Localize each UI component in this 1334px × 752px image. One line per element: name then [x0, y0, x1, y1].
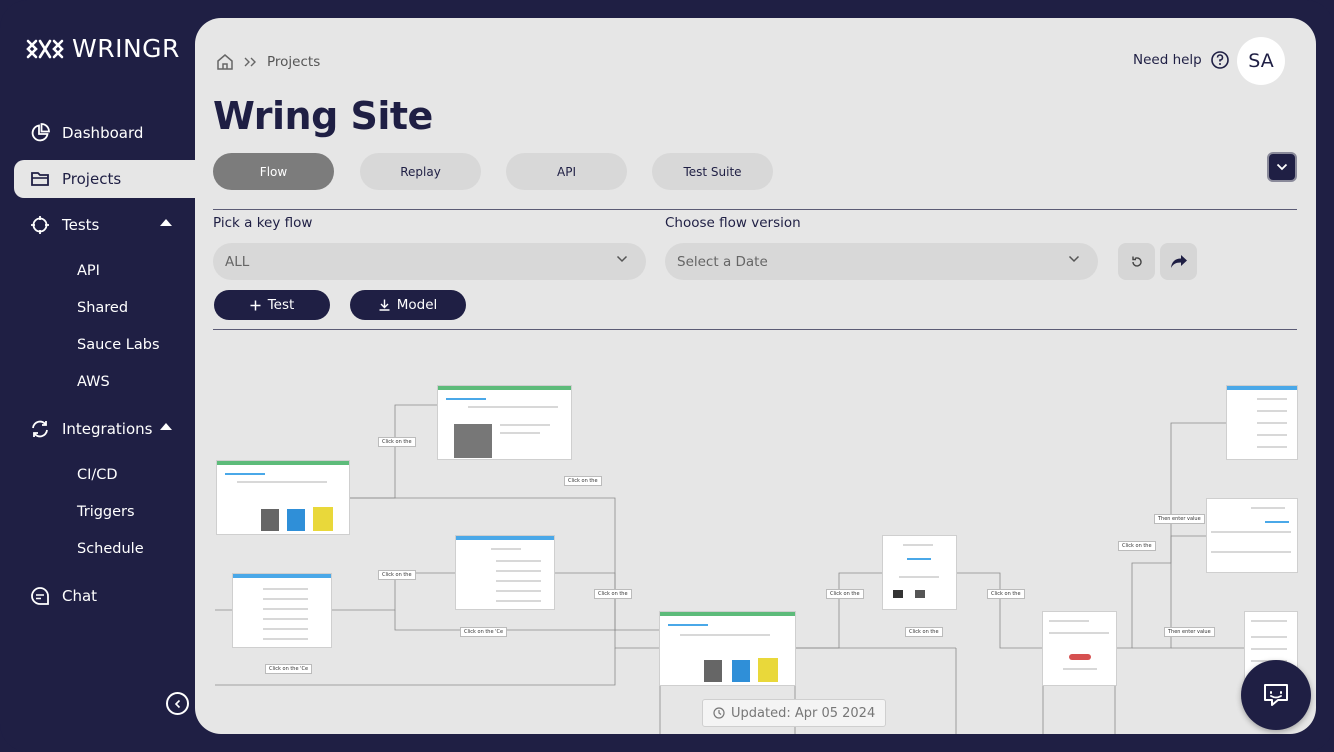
pie-chart-icon	[30, 123, 50, 143]
flow-node-screenshot[interactable]	[1227, 386, 1297, 459]
sidebar-item-dashboard[interactable]: Dashboard	[14, 114, 196, 152]
sidebar-item-label: Dashboard	[62, 124, 144, 142]
chevron-down-icon	[616, 255, 628, 263]
sidebar-subitem-shared[interactable]: Shared	[77, 300, 128, 316]
flow-edge-label: Then enter value	[1154, 514, 1205, 524]
double-chevron-right-icon	[244, 57, 256, 67]
flow-node-screenshot[interactable]	[1043, 612, 1116, 685]
breadcrumb: Projects	[215, 52, 320, 72]
tab-test-suite[interactable]: Test Suite	[652, 153, 773, 190]
folder-icon	[30, 169, 50, 189]
flow-node-screenshot[interactable]	[1207, 499, 1297, 572]
chevron-down-icon	[1068, 255, 1080, 263]
caret-up-icon[interactable]	[160, 219, 172, 226]
collapse-sidebar-button[interactable]	[166, 692, 189, 715]
flow-edge-label: Click on the 'Ce	[265, 664, 313, 674]
sidebar: WRINGR Dashboard Projects Tests API Shar…	[0, 0, 196, 752]
help-label: Need help	[1133, 52, 1202, 68]
flow-edge-label: Click on the	[1118, 541, 1156, 551]
flow-node-screenshot[interactable]	[217, 461, 349, 534]
flow-node-screenshot[interactable]	[883, 536, 956, 609]
tab-api[interactable]: API	[506, 153, 627, 190]
download-model-label: Model	[396, 297, 438, 313]
chat-support-button[interactable]	[1241, 660, 1311, 730]
help-link[interactable]: Need help	[1133, 50, 1230, 70]
flow-version-label: Choose flow version	[665, 215, 801, 231]
chevron-left-icon	[174, 699, 180, 708]
flow-edge-label: Click on the	[987, 589, 1025, 599]
share-arrow-icon	[1170, 254, 1187, 268]
sidebar-item-projects[interactable]: Projects	[14, 160, 196, 198]
expand-button[interactable]	[1267, 152, 1297, 182]
sidebar-item-label: Chat	[62, 587, 98, 605]
tab-flow[interactable]: Flow	[213, 153, 334, 190]
key-flow-select[interactable]: ALL	[213, 243, 646, 280]
flow-edge-label: Click on the	[378, 570, 416, 580]
logo[interactable]: WRINGR	[26, 34, 180, 63]
add-test-label: Test	[267, 297, 295, 313]
key-flow-value: ALL	[225, 253, 250, 270]
tab-replay[interactable]: Replay	[360, 153, 481, 190]
breadcrumb-current[interactable]: Projects	[267, 54, 320, 70]
last-updated: Updated: Apr 05 2024	[702, 699, 887, 727]
chat-bubble-icon	[1264, 684, 1288, 706]
avatar[interactable]: SA	[1237, 37, 1285, 85]
download-model-button[interactable]: Model	[350, 290, 466, 320]
flow-version-placeholder: Select a Date	[677, 253, 768, 270]
home-icon[interactable]	[215, 52, 235, 72]
sidebar-subitem-triggers[interactable]: Triggers	[77, 504, 135, 520]
reset-button[interactable]	[1118, 243, 1155, 280]
sidebar-subitem-cicd[interactable]: CI/CD	[77, 467, 118, 483]
share-button[interactable]	[1160, 243, 1197, 280]
divider	[213, 209, 1297, 210]
sidebar-item-label: Tests	[62, 216, 100, 234]
flow-node-screenshot[interactable]	[660, 612, 795, 685]
key-flow-label: Pick a key flow	[213, 215, 313, 231]
flow-version-select[interactable]: Select a Date	[665, 243, 1098, 280]
download-icon	[379, 299, 390, 311]
flow-node-screenshot[interactable]	[233, 574, 331, 647]
flow-node-screenshot[interactable]	[456, 536, 554, 609]
sidebar-subitem-api[interactable]: API	[77, 263, 100, 279]
flow-edge-label: Click on the 'Ce	[460, 627, 508, 637]
flow-edge-label: Click on the	[826, 589, 864, 599]
add-test-button[interactable]: Test	[214, 290, 330, 320]
sidebar-item-chat[interactable]: Chat	[14, 577, 196, 615]
flow-edge-label: Click on the	[378, 437, 416, 447]
page-title: Wring Site	[213, 94, 433, 138]
flow-canvas[interactable]	[195, 336, 1316, 734]
sync-icon	[30, 419, 50, 439]
sidebar-item-integrations[interactable]: Integrations	[14, 410, 196, 448]
crosshair-icon	[30, 215, 50, 235]
logo-mark-icon	[26, 39, 64, 58]
chevron-down-icon	[1276, 163, 1288, 171]
last-updated-text: Updated: Apr 05 2024	[731, 705, 876, 721]
caret-up-icon[interactable]	[160, 423, 172, 430]
flow-edge-label: Then enter value	[1164, 627, 1215, 637]
sidebar-item-tests[interactable]: Tests	[14, 206, 196, 244]
sidebar-subitem-sauce-labs[interactable]: Sauce Labs	[77, 337, 160, 353]
flow-edge-label: Click on the	[594, 589, 632, 599]
question-circle-icon	[1210, 51, 1229, 69]
sidebar-subitem-aws[interactable]: AWS	[77, 374, 110, 390]
divider	[213, 329, 1297, 330]
flow-edge-label: Click on the	[564, 476, 602, 486]
sidebar-item-label: Integrations	[62, 420, 153, 438]
flow-node-screenshot[interactable]	[438, 386, 571, 459]
logo-text: WRINGR	[72, 34, 180, 63]
main-panel: Projects Need help SA Wring Site Flow Re…	[195, 18, 1316, 734]
plus-icon	[250, 300, 261, 310]
clock-icon	[713, 707, 725, 719]
sidebar-item-label: Projects	[62, 170, 122, 188]
reset-icon	[1131, 256, 1142, 267]
flow-edge-label: Click on the	[905, 627, 943, 637]
sidebar-subitem-schedule[interactable]: Schedule	[77, 541, 144, 557]
chat-icon	[30, 586, 50, 606]
